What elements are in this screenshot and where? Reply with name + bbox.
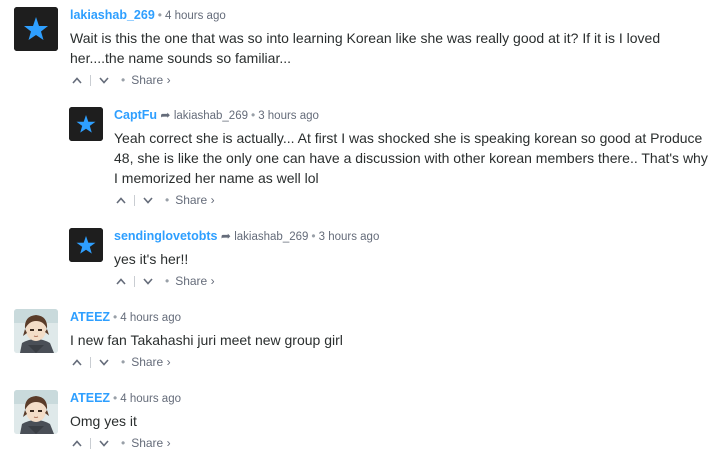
downvote-button[interactable] [141, 193, 155, 207]
comment-text-line: 48, she is like the only one can have a … [114, 150, 708, 166]
chevron-up-icon [72, 358, 82, 366]
comment-text-line: her....the name sounds so familiar... [70, 50, 292, 66]
chevron-up-icon [72, 76, 82, 84]
action-separator: • [165, 193, 170, 207]
reply-arrow-icon: ➦ [160, 108, 171, 122]
chevron-down-icon [99, 76, 109, 84]
user-avatar[interactable] [69, 228, 103, 262]
chevron-down-icon [143, 196, 153, 204]
comment-actions: • Share › [114, 274, 379, 288]
comment-author[interactable]: ATEEZ [70, 391, 110, 405]
comment-text: Wait is this the one that was so into le… [70, 28, 660, 68]
share-label: Share [175, 274, 208, 288]
upvote-button[interactable] [70, 436, 84, 450]
share-button[interactable]: Share › [131, 73, 170, 87]
upvote-button[interactable] [70, 73, 84, 87]
comment-timestamp[interactable]: 3 hours ago [319, 231, 380, 243]
anime-character-icon [14, 309, 58, 353]
action-separator: • [165, 274, 170, 288]
comment-text-line: I memorized her name as well lol [114, 170, 319, 186]
chevron-down-icon [99, 358, 109, 366]
user-avatar[interactable] [69, 107, 103, 141]
comment-text-line: Yeah correct she is actually... At first… [114, 130, 703, 146]
share-button[interactable]: Share › [175, 274, 214, 288]
chevron-down-icon [143, 277, 153, 285]
chevron-down-icon [99, 439, 109, 447]
star-icon [69, 228, 103, 262]
share-label: Share [131, 355, 164, 369]
share-button[interactable]: Share › [175, 193, 214, 207]
vote-divider [134, 275, 135, 287]
comment-text-line: Omg yes it [70, 413, 137, 429]
meta-separator: • [113, 391, 118, 405]
meta-separator: • [250, 108, 256, 122]
comment-actions: • Share › [70, 73, 660, 87]
comment-timestamp[interactable]: 4 hours ago [120, 312, 181, 324]
share-button[interactable]: Share › [131, 355, 170, 369]
chevron-right-icon: › [166, 436, 171, 450]
action-separator: • [121, 436, 126, 450]
share-label: Share [175, 193, 208, 207]
user-avatar[interactable] [14, 7, 58, 51]
comment-timestamp[interactable]: 4 hours ago [165, 10, 226, 22]
action-separator: • [121, 73, 126, 87]
comment-timestamp[interactable]: 3 hours ago [258, 110, 319, 122]
downvote-button[interactable] [97, 73, 111, 87]
upvote-button[interactable] [70, 355, 84, 369]
share-button[interactable]: Share › [131, 436, 170, 450]
user-avatar[interactable] [14, 309, 58, 353]
anime-character-icon [14, 390, 58, 434]
chevron-right-icon: › [210, 274, 215, 288]
comment-text: I new fan Takahashi juri meet new group … [70, 330, 343, 350]
meta-separator: • [113, 310, 118, 324]
action-separator: • [121, 355, 126, 369]
comment-actions: • Share › [114, 193, 708, 207]
comment-text: Omg yes it [70, 411, 181, 431]
comment-author[interactable]: sendinglovetobts [114, 229, 217, 243]
vote-divider [90, 74, 91, 86]
chevron-right-icon: › [166, 355, 171, 369]
downvote-button[interactable] [97, 436, 111, 450]
comment-actions: • Share › [70, 436, 181, 450]
reply-to-user[interactable]: lakiashab_269 [174, 110, 248, 122]
reply-arrow-icon: ➦ [220, 229, 231, 243]
meta-separator: • [311, 229, 316, 243]
downvote-button[interactable] [141, 274, 155, 288]
chevron-right-icon: › [210, 193, 215, 207]
star-icon [69, 107, 103, 141]
share-label: Share [131, 436, 164, 450]
comment-timestamp[interactable]: 4 hours ago [120, 393, 181, 405]
comment-text: yes it's her!! [114, 249, 379, 269]
chevron-up-icon [72, 439, 82, 447]
vote-divider [90, 356, 91, 368]
upvote-button[interactable] [114, 274, 128, 288]
upvote-button[interactable] [114, 193, 128, 207]
comment-author[interactable]: lakiashab_269 [70, 8, 155, 22]
chevron-up-icon [116, 277, 126, 285]
vote-divider [90, 437, 91, 449]
share-label: Share [131, 73, 164, 87]
star-icon [14, 7, 58, 51]
chevron-up-icon [116, 196, 126, 204]
user-avatar[interactable] [14, 390, 58, 434]
comment-text-line: I new fan Takahashi juri meet new group … [70, 332, 343, 348]
comment-text: Yeah correct she is actually... At first… [114, 128, 708, 188]
comment-author[interactable]: ATEEZ [70, 310, 110, 324]
meta-separator: • [157, 8, 162, 22]
reply-to-user[interactable]: lakiashab_269 [234, 231, 308, 243]
comment-text-line: Wait is this the one that was so into le… [70, 30, 661, 46]
comment-text-line: yes it's her!! [114, 251, 189, 267]
vote-divider [134, 194, 135, 206]
downvote-button[interactable] [97, 355, 111, 369]
comment-actions: • Share › [70, 355, 343, 369]
chevron-right-icon: › [166, 73, 171, 87]
comment-author[interactable]: CaptFu [114, 108, 157, 122]
